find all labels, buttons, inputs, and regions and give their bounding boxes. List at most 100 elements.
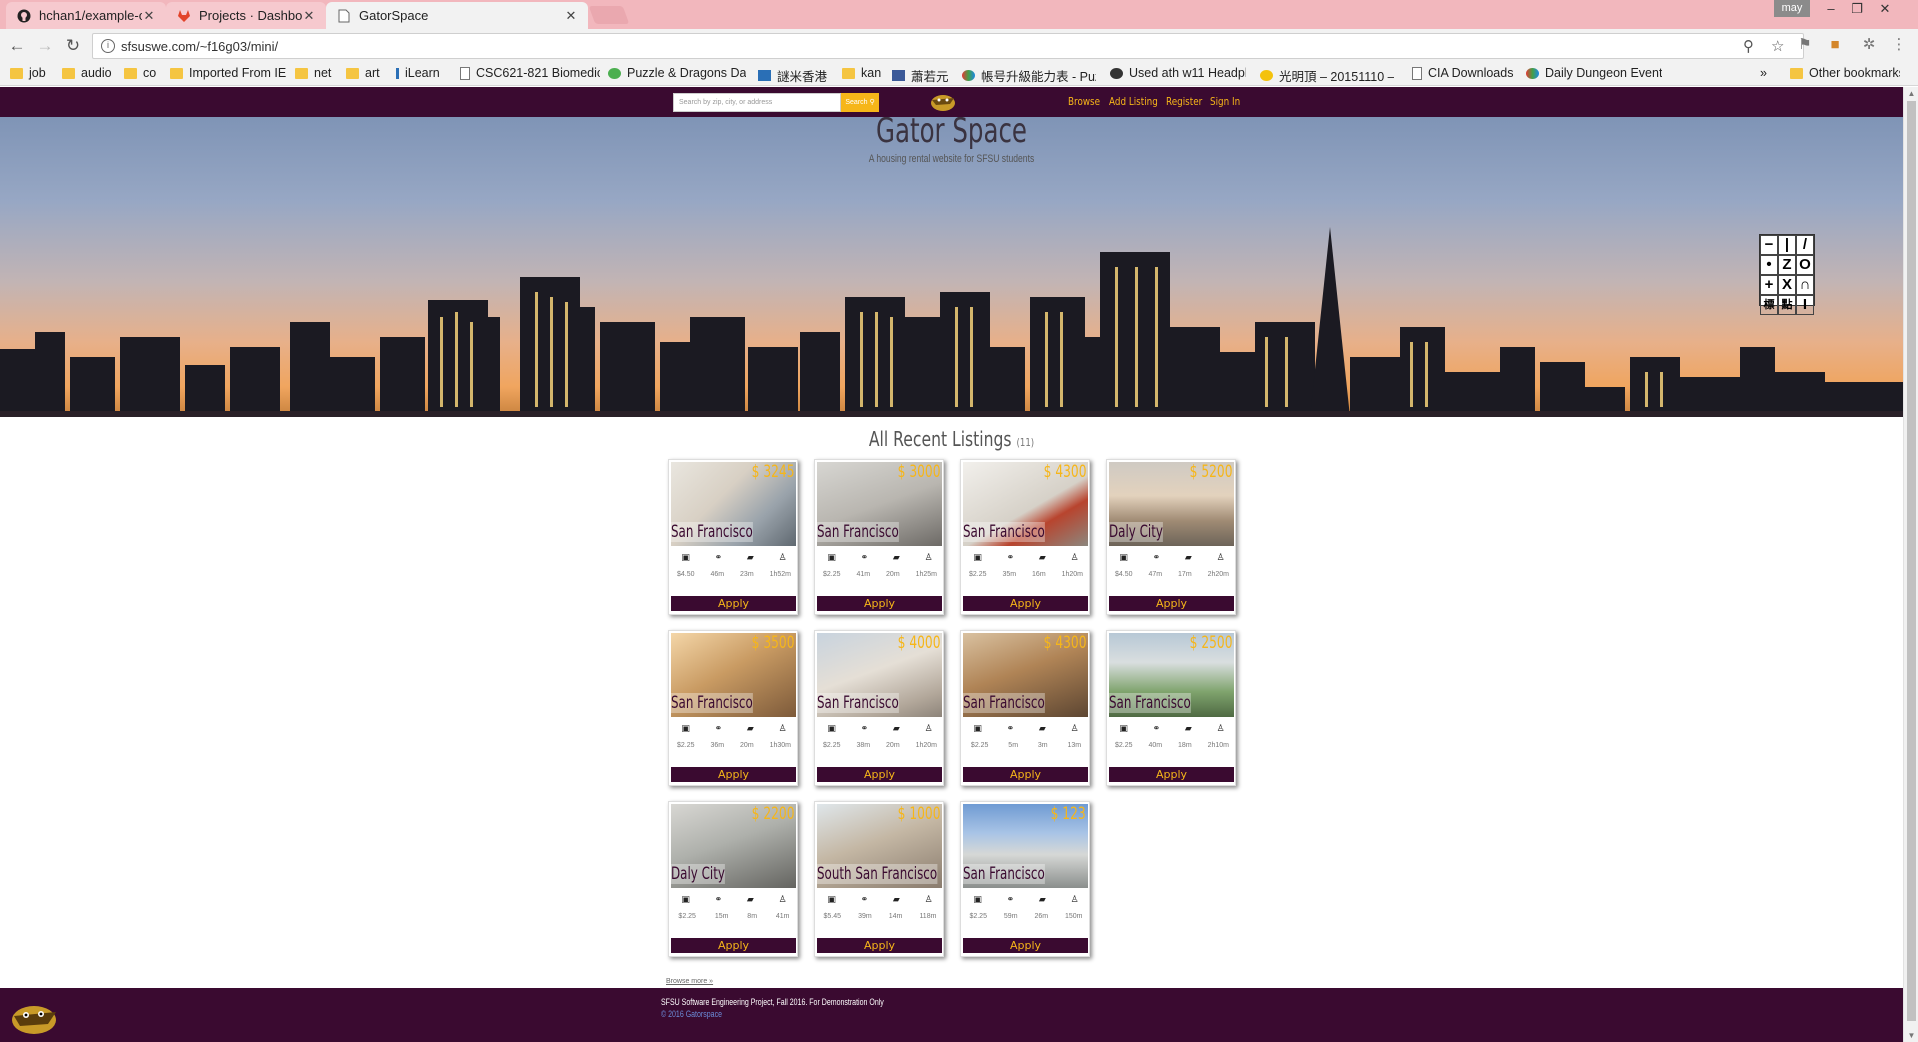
- info-icon[interactable]: i: [101, 39, 115, 53]
- close-icon[interactable]: ✕: [564, 8, 578, 24]
- listing-card[interactable]: $ 5200 Daly City ▣ ⚭ ▰ ♙ $4.50 47m 17m 2h20m Apply: [1106, 459, 1236, 615]
- forward-icon[interactable]: →: [34, 35, 56, 57]
- restore-icon[interactable]: ❐: [1844, 0, 1870, 17]
- apply-button[interactable]: Apply: [671, 596, 796, 611]
- listing-card[interactable]: $ 2200 Daly City ▣ ⚭ ▰ ♙ $2.25 15m 8m 41m Apply: [668, 801, 798, 957]
- commute-times: $2.25 15m 8m 41m: [669, 913, 799, 920]
- gator-logo[interactable]: [928, 90, 958, 114]
- apply-button[interactable]: Apply: [963, 938, 1088, 953]
- bookmark-item[interactable]: net: [295, 66, 339, 80]
- listing-card[interactable]: $ 2500 San Francisco ▣ ⚭ ▰ ♙ $2.25 40m 18m 2h10m A…: [1106, 630, 1236, 786]
- commute-time: 23m: [740, 571, 754, 578]
- commute-time: 17m: [1178, 571, 1192, 578]
- bookmark-item[interactable]: 光明頂 – 20151110 –: [1260, 66, 1394, 85]
- browse-more-link[interactable]: Browse more »: [666, 978, 713, 985]
- nav-sign-in-link[interactable]: Sign In: [1210, 95, 1240, 108]
- minimize-icon[interactable]: –: [1818, 0, 1844, 17]
- bookmark-item[interactable]: iLearn: [396, 66, 448, 80]
- scroll-down-icon[interactable]: ▼: [1904, 1031, 1918, 1040]
- bookmark-item[interactable]: co: [124, 66, 168, 80]
- bookmark-item[interactable]: Puzzle & Dragons Dat: [608, 66, 746, 80]
- bookmark-item[interactable]: job: [10, 66, 56, 80]
- browser-toolbar: ← → ↻ i sfsuswe.com/~f16g03/mini/ ⚲ ☆ ⚑ …: [0, 29, 1918, 62]
- car-icon: ▰: [1038, 723, 1046, 733]
- listing-card[interactable]: $ 123 San Francisco ▣ ⚭ ▰ ♙ $2.25 59m 26m 150m App…: [960, 801, 1090, 957]
- nav-browse-link[interactable]: Browse: [1068, 95, 1100, 108]
- bookmark-item[interactable]: audio: [62, 66, 118, 80]
- nav-register-link[interactable]: Register: [1166, 95, 1202, 108]
- listing-price: $ 4300: [1043, 462, 1086, 482]
- apply-button[interactable]: Apply: [963, 596, 1088, 611]
- bookmarks-overflow[interactable]: »: [1760, 66, 1767, 80]
- address-bar[interactable]: i sfsuswe.com/~f16g03/mini/ ⚲ ☆: [92, 33, 1804, 59]
- listing-card[interactable]: $ 4300 San Francisco ▣ ⚭ ▰ ♙ $2.25 5m 3m 13m Apply: [960, 630, 1090, 786]
- close-icon[interactable]: ✕: [302, 8, 316, 24]
- commute-time: 46m: [710, 571, 725, 578]
- car-icon: ▰: [746, 894, 754, 904]
- bus-icon: ▣: [973, 552, 982, 562]
- bookmark-item[interactable]: Daily Dungeon Events: [1526, 66, 1662, 80]
- star-icon[interactable]: ☆: [1771, 37, 1784, 55]
- commute-time: 118m: [919, 913, 937, 920]
- back-icon[interactable]: ←: [6, 35, 28, 57]
- bookmark-item[interactable]: CIA Downloads: [1412, 66, 1522, 80]
- apply-button[interactable]: Apply: [817, 938, 942, 953]
- accessibility-widget[interactable]: − | / • Z O + X ∩ 標 點 I: [1759, 234, 1815, 315]
- walk-icon: ♙: [1070, 552, 1079, 562]
- bookmark-item[interactable]: 謎米香港: [758, 66, 828, 85]
- profile-button[interactable]: may: [1774, 0, 1810, 17]
- apply-button[interactable]: Apply: [671, 938, 796, 953]
- commute-times: $2.25 36m 20m 1h30m: [669, 742, 799, 749]
- apply-button[interactable]: Apply: [817, 767, 942, 782]
- browser-tab-gatorspace[interactable]: GatorSpace ✕: [326, 2, 588, 29]
- bookmark-item[interactable]: art: [346, 66, 386, 80]
- url-text[interactable]: sfsuswe.com/~f16g03/mini/: [121, 39, 278, 54]
- other-bookmarks[interactable]: Other bookmarks: [1790, 66, 1900, 80]
- extension-icon[interactable]: ⚑: [1796, 36, 1814, 54]
- scroll-thumb[interactable]: [1907, 101, 1916, 1021]
- apply-button[interactable]: Apply: [671, 767, 796, 782]
- page-scrollbar[interactable]: ▲ ▼: [1903, 87, 1918, 1042]
- bookmark-item[interactable]: CSC621-821 Biomedic: [460, 66, 600, 80]
- new-tab-button[interactable]: [588, 6, 630, 24]
- search-button[interactable]: Search ⚲: [841, 93, 879, 112]
- close-icon[interactable]: ✕: [142, 8, 156, 24]
- listings-count: (11): [1016, 436, 1035, 449]
- commute-time: 1h52m: [769, 571, 792, 578]
- search-icon[interactable]: ⚲: [1743, 37, 1754, 55]
- bookmark-item[interactable]: Imported From IE: [170, 66, 286, 80]
- apply-button[interactable]: Apply: [1109, 767, 1234, 782]
- bookmark-item[interactable]: 帳号升級能力表 - Puz: [962, 66, 1096, 85]
- listing-card[interactable]: $ 3500 San Francisco ▣ ⚭ ▰ ♙ $2.25 36m 20m 1h30m A…: [668, 630, 798, 786]
- extension-icon[interactable]: ■: [1826, 36, 1844, 54]
- transport-icons: ▣ ⚭ ▰ ♙: [961, 552, 1091, 563]
- reload-icon[interactable]: ↻: [62, 35, 84, 57]
- extension-icon[interactable]: ✲: [1860, 36, 1878, 54]
- commute-time: 2h20m: [1207, 571, 1230, 578]
- commute-time: $2.25: [970, 742, 989, 749]
- bookmark-item[interactable]: 蕭若元: [892, 66, 952, 85]
- walk-icon: ♙: [1216, 552, 1225, 562]
- apply-button[interactable]: Apply: [1109, 596, 1234, 611]
- browser-tabstrip: hchan1/example-of-sql ✕ Projects · Dashb…: [0, 0, 1918, 29]
- apply-button[interactable]: Apply: [963, 767, 1088, 782]
- apply-button[interactable]: Apply: [817, 596, 942, 611]
- close-window-icon[interactable]: ✕: [1872, 0, 1898, 17]
- listing-card[interactable]: $ 1000 South San Francisco ▣ ⚭ ▰ ♙ $5.45 39m 14m…: [814, 801, 944, 957]
- menu-icon[interactable]: ⋮: [1890, 36, 1908, 54]
- listing-card[interactable]: $ 3245 San Francisco ▣ ⚭ ▰ ♙ $4.50 46m 23m 1h52m A…: [668, 459, 798, 615]
- browser-tab-gitlab[interactable]: Projects · Dashboard · Gi ✕: [166, 2, 326, 29]
- browser-tab-github[interactable]: hchan1/example-of-sql ✕: [6, 2, 166, 29]
- commute-time: 2h10m: [1207, 742, 1230, 749]
- bookmark-item[interactable]: Used ath w11 Headph: [1110, 66, 1246, 80]
- listing-card[interactable]: $ 3000 San Francisco ▣ ⚭ ▰ ♙ $2.25 41m 20m 1h25m A…: [814, 459, 944, 615]
- bus-icon: ▣: [827, 723, 836, 733]
- listing-card[interactable]: $ 4000 San Francisco ▣ ⚭ ▰ ♙ $2.25 38m 20m 1h20m A…: [814, 630, 944, 786]
- bookmark-item[interactable]: kan: [842, 66, 884, 80]
- nav-add-listing-link[interactable]: Add Listing: [1109, 95, 1158, 108]
- search-input[interactable]: Search by zip, city, or address: [673, 93, 841, 112]
- commute-time: $2.25: [822, 571, 841, 578]
- scroll-up-icon[interactable]: ▲: [1904, 89, 1918, 98]
- listing-card[interactable]: $ 4300 San Francisco ▣ ⚭ ▰ ♙ $2.25 35m 16m 1h20m A…: [960, 459, 1090, 615]
- commute-time: 150m: [1065, 913, 1083, 920]
